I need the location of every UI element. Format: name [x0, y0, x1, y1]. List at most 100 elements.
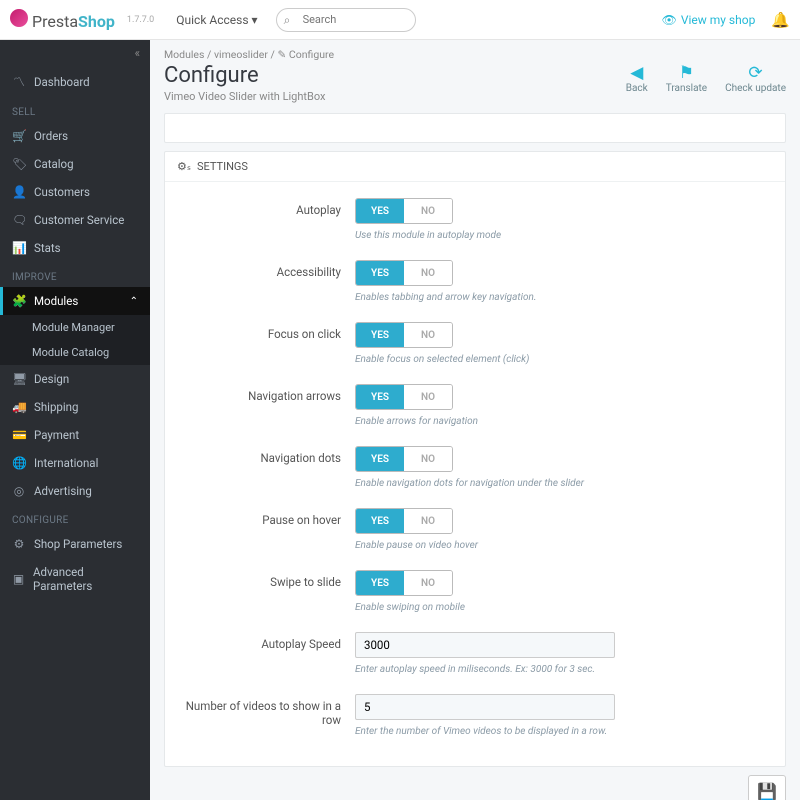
- label-autoplay: Autoplay: [185, 198, 355, 242]
- sidebar-item-orders[interactable]: 🛒Orders: [0, 122, 150, 150]
- search-input[interactable]: [276, 8, 416, 32]
- section-sell: SELL: [0, 97, 150, 122]
- toggle-autoplay[interactable]: YESNO: [355, 198, 453, 224]
- sidebar-item-adv-params[interactable]: ▣Advanced Parameters: [0, 558, 150, 600]
- section-improve: IMPROVE: [0, 262, 150, 287]
- save-button[interactable]: 💾 Save: [748, 775, 786, 800]
- help-focus: Enable focus on selected element (click): [355, 353, 615, 366]
- toggle-autoplay-no[interactable]: NO: [404, 199, 452, 223]
- crumb-modules[interactable]: Modules: [164, 48, 204, 61]
- sidebar-collapse-button[interactable]: «: [0, 40, 150, 66]
- toggle-pause[interactable]: YESNO: [355, 508, 453, 534]
- label-accessibility: Accessibility: [185, 260, 355, 304]
- brand-logo: PrestaShop: [10, 9, 115, 31]
- stats-icon: 📊: [12, 241, 26, 255]
- sidebar-item-payment[interactable]: 💳Payment: [0, 421, 150, 449]
- help-autoplay: Use this module in autoplay mode: [355, 229, 615, 242]
- toggle-swipe-no[interactable]: NO: [404, 571, 452, 595]
- toggle-pause-no[interactable]: NO: [404, 509, 452, 533]
- help-swipe: Enable swiping on mobile: [355, 601, 615, 614]
- sidebar: « 〽Dashboard SELL 🛒Orders 🏷Catalog 👤Cust…: [0, 40, 150, 800]
- crumb-vimeoslider[interactable]: vimeoslider: [214, 48, 268, 61]
- breadcrumb: Modules / vimeoslider / ✎ Configure: [164, 40, 786, 63]
- input-count[interactable]: [355, 694, 615, 720]
- sidebar-item-design[interactable]: 🖥Design: [0, 365, 150, 393]
- tag-icon: 🏷: [12, 157, 26, 171]
- sidebar-item-catalog[interactable]: 🏷Catalog: [0, 150, 150, 178]
- label-arrows: Navigation arrows: [185, 384, 355, 428]
- label-count: Number of videos to show in a row: [185, 694, 355, 738]
- toggle-accessibility[interactable]: YESNO: [355, 260, 453, 286]
- eye-icon: 👁: [662, 13, 677, 27]
- cogs-icon: ⚙ₛ: [177, 160, 191, 173]
- label-focus: Focus on click: [185, 322, 355, 366]
- person-icon: 👤: [12, 185, 26, 199]
- label-speed: Autoplay Speed: [185, 632, 355, 676]
- help-dots: Enable navigation dots for navigation un…: [355, 477, 615, 490]
- toggle-autoplay-yes[interactable]: YES: [356, 199, 404, 223]
- toggle-focus-no[interactable]: NO: [404, 323, 452, 347]
- help-arrows: Enable arrows for navigation: [355, 415, 615, 428]
- toggle-swipe[interactable]: YESNO: [355, 570, 453, 596]
- settings-panel: ⚙ₛSETTINGS AutoplayYESNOUse this module …: [164, 151, 786, 767]
- cart-icon: 🛒: [12, 129, 26, 143]
- monitor-icon: 🖥: [12, 372, 26, 386]
- toggle-focus[interactable]: YESNO: [355, 322, 453, 348]
- gear-icon: ⚙: [12, 537, 26, 551]
- translate-button[interactable]: ⚑Translate: [666, 63, 707, 94]
- card-icon: 💳: [12, 428, 26, 442]
- headset-icon: 🗨: [12, 213, 26, 227]
- logo-swirl-icon: [10, 9, 28, 27]
- toggle-arrows[interactable]: YESNO: [355, 384, 453, 410]
- label-swipe: Swipe to slide: [185, 570, 355, 614]
- wrench-icon: ▣: [12, 572, 25, 586]
- arrow-left-icon: ◀: [626, 63, 648, 83]
- toggle-accessibility-no[interactable]: NO: [404, 261, 452, 285]
- toggle-dots[interactable]: YESNO: [355, 446, 453, 472]
- toggle-dots-yes[interactable]: YES: [356, 447, 404, 471]
- sidebar-item-stats[interactable]: 📊Stats: [0, 234, 150, 262]
- toggle-pause-yes[interactable]: YES: [356, 509, 404, 533]
- sidebar-item-dashboard[interactable]: 〽Dashboard: [0, 66, 150, 97]
- refresh-icon: ⟳: [725, 63, 786, 83]
- sidebar-subitem-module-catalog[interactable]: Module Catalog: [0, 340, 150, 365]
- quick-access-dropdown[interactable]: Quick Access ▾: [176, 13, 257, 27]
- sidebar-item-international[interactable]: 🌐International: [0, 449, 150, 477]
- label-dots: Navigation dots: [185, 446, 355, 490]
- view-shop-link[interactable]: 👁 View my shop: [662, 13, 756, 27]
- help-accessibility: Enables tabbing and arrow key navigation…: [355, 291, 615, 304]
- help-pause: Enable pause on video hover: [355, 539, 615, 552]
- chevron-up-icon: ⌃: [130, 296, 138, 307]
- toggle-focus-yes[interactable]: YES: [356, 323, 404, 347]
- page-subtitle: Vimeo Video Slider with LightBox: [164, 90, 325, 103]
- spacer-panel: [164, 113, 786, 143]
- page-title: Configure: [164, 63, 325, 88]
- check-update-button[interactable]: ⟳Check update: [725, 63, 786, 94]
- truck-icon: 🚚: [12, 400, 26, 414]
- sidebar-item-modules[interactable]: 🧩Modules⌃: [0, 287, 150, 315]
- back-button[interactable]: ◀Back: [626, 63, 648, 94]
- help-speed: Enter autoplay speed in miliseconds. Ex:…: [355, 663, 615, 676]
- toggle-arrows-yes[interactable]: YES: [356, 385, 404, 409]
- flag-icon: ⚑: [666, 63, 707, 83]
- panel-heading: ⚙ₛSETTINGS: [165, 152, 785, 182]
- chevron-down-icon: ▾: [252, 13, 258, 27]
- sidebar-item-shipping[interactable]: 🚚Shipping: [0, 393, 150, 421]
- sidebar-item-advertising[interactable]: ◎Advertising: [0, 477, 150, 505]
- sidebar-subitem-module-manager[interactable]: Module Manager: [0, 315, 150, 340]
- input-speed[interactable]: [355, 632, 615, 658]
- toggle-dots-no[interactable]: NO: [404, 447, 452, 471]
- label-pause: Pause on hover: [185, 508, 355, 552]
- toggle-accessibility-yes[interactable]: YES: [356, 261, 404, 285]
- search-icon: ⌕: [284, 13, 291, 28]
- puzzle-icon: 🧩: [12, 294, 26, 308]
- target-icon: ◎: [12, 484, 26, 498]
- floppy-icon: 💾: [755, 782, 779, 800]
- notifications-icon[interactable]: 🔔: [771, 11, 790, 29]
- sidebar-item-customers[interactable]: 👤Customers: [0, 178, 150, 206]
- toggle-arrows-no[interactable]: NO: [404, 385, 452, 409]
- toggle-swipe-yes[interactable]: YES: [356, 571, 404, 595]
- help-count: Enter the number of Vimeo videos to be d…: [355, 725, 615, 738]
- sidebar-item-customer-service[interactable]: 🗨Customer Service: [0, 206, 150, 234]
- sidebar-item-shop-params[interactable]: ⚙Shop Parameters: [0, 530, 150, 558]
